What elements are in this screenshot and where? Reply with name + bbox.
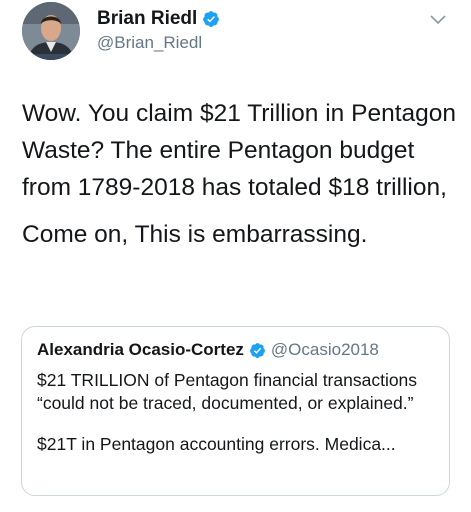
quoted-tweet-text: $21 TRILLION of Pentagon financial trans… <box>37 369 442 456</box>
verified-badge-icon <box>249 342 266 359</box>
quoted-author-display-name: Alexandria Ocasio-Cortez <box>37 340 244 359</box>
tweet-text-paragraph: Come on, This is embarrassing. <box>22 221 368 248</box>
quoted-tweet-header: Alexandria Ocasio-Cortez @Ocasio2018 <box>37 340 379 360</box>
quoted-author-handle: @Ocasio2018 <box>270 340 379 359</box>
author-name-row[interactable]: Brian Riedl <box>97 8 220 30</box>
quoted-tweet-paragraph: $21T in Pentagon accounting errors. Medi… <box>37 434 396 454</box>
quoted-tweet-paragraph: $21 TRILLION of Pentagon financial trans… <box>37 370 418 413</box>
avatar[interactable] <box>22 2 80 60</box>
quoted-tweet-card[interactable]: Alexandria Ocasio-Cortez @Ocasio2018 $21… <box>21 326 450 496</box>
author-handle[interactable]: @Brian_Riedl <box>97 33 202 53</box>
chevron-down-icon[interactable] <box>429 14 447 26</box>
tweet-text: Wow. You claim $21 Trillion in Pentagon … <box>22 95 462 253</box>
author-display-name[interactable]: Brian Riedl <box>97 8 197 30</box>
verified-badge-icon <box>202 10 220 28</box>
tweet-text-paragraph: Wow. You claim $21 Trillion in Pentagon … <box>22 100 457 201</box>
avatar-photo <box>22 2 80 60</box>
